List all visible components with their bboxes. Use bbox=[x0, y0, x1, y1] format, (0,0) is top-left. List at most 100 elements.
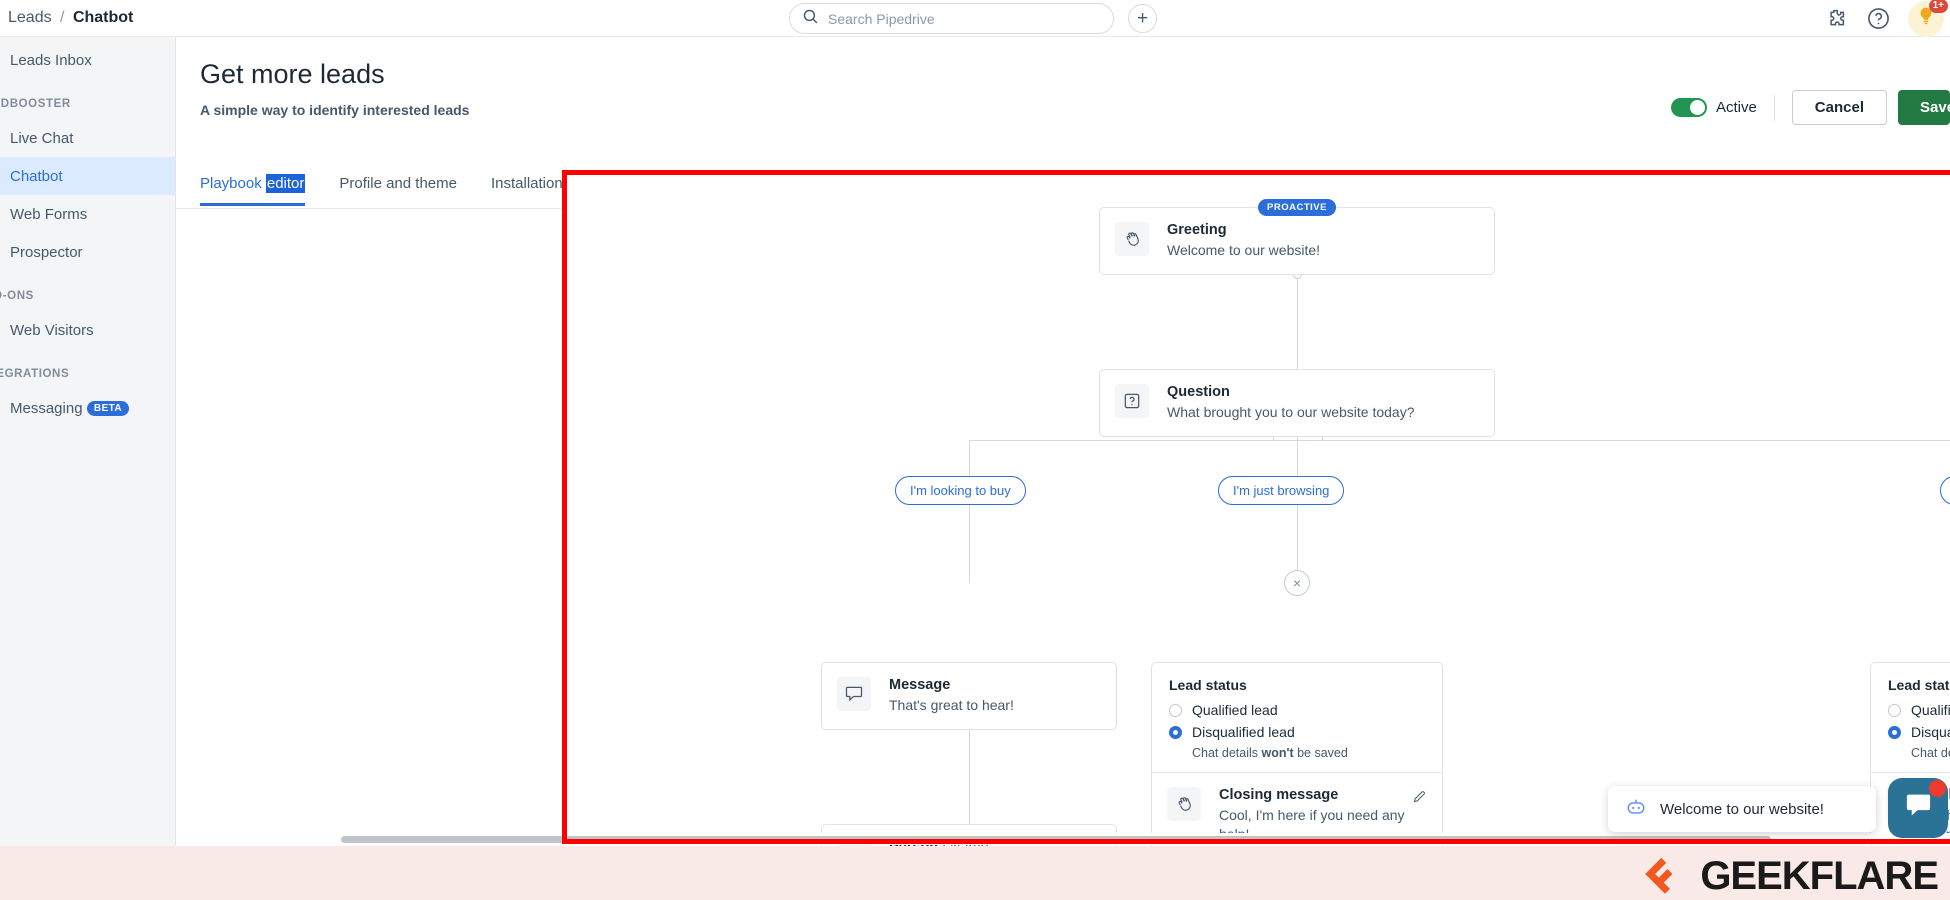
sidebar-item-messaging[interactable]: Messaging BETA bbox=[0, 389, 175, 427]
radio-button[interactable] bbox=[1169, 703, 1182, 717]
tips-bulb-button[interactable]: 1+ bbox=[1908, 0, 1948, 37]
notification-badge: 1+ bbox=[1928, 0, 1948, 13]
radio-button[interactable] bbox=[1888, 703, 1901, 717]
lead-status-heading: Lead status bbox=[1169, 677, 1247, 693]
breadcrumb-current: Chatbot bbox=[72, 9, 134, 26]
answer-chip-like-some-help[interactable]: I'd like some help bbox=[1940, 476, 1950, 505]
toggle-knob bbox=[1689, 100, 1705, 115]
radio-qualified-lead[interactable]: Qualified lead bbox=[1888, 702, 1950, 718]
node-body: That's great to hear! bbox=[889, 697, 1014, 713]
node-question[interactable]: Question What brought you to our website… bbox=[1099, 369, 1495, 438]
sidebar-item-chatbot[interactable]: Chatbot bbox=[0, 157, 175, 195]
help-icon[interactable] bbox=[1865, 6, 1891, 32]
connector-chip1-down bbox=[969, 498, 970, 583]
node-greeting[interactable]: PROACTIVE Greeting Welcome to our websit… bbox=[1099, 199, 1495, 276]
lead-status-card-middle[interactable]: Lead status Qualified lead Disqualified … bbox=[1151, 662, 1443, 860]
sidebar-section-add-ons: ADD-ONS bbox=[0, 281, 175, 311]
note-pre: Chat details bbox=[1911, 746, 1950, 760]
tab-installation[interactable]: Installation bbox=[491, 175, 563, 206]
lead-status-heading: Lead status bbox=[1888, 677, 1950, 693]
radio-disqualified-lead[interactable]: Disqualified lead bbox=[1169, 724, 1425, 740]
remove-branch-middle-button[interactable]: × bbox=[1284, 570, 1310, 596]
active-toggle[interactable] bbox=[1670, 98, 1707, 117]
tab-label: Installation bbox=[490, 175, 563, 192]
radio-label: Disqualified lead bbox=[1911, 724, 1950, 740]
note-pre: Chat details bbox=[1192, 746, 1262, 760]
search-icon bbox=[802, 8, 819, 30]
node-body: What brought you to our website today? bbox=[1167, 404, 1415, 420]
active-toggle-label: Active bbox=[1715, 99, 1757, 116]
chat-popup-text: Welcome to our website! bbox=[1660, 800, 1824, 818]
question-mark-icon bbox=[1115, 384, 1149, 418]
cancel-button[interactable]: Cancel bbox=[1791, 90, 1887, 125]
add-button[interactable]: + bbox=[1128, 4, 1157, 33]
playbook-canvas[interactable]: PROACTIVE Greeting Welcome to our websit… bbox=[562, 170, 1950, 883]
radio-label: Qualified lead bbox=[1192, 702, 1278, 718]
active-toggle-group[interactable]: Active bbox=[1670, 98, 1757, 117]
radio-disqualified-lead[interactable]: Disqualified lead bbox=[1888, 724, 1950, 740]
sidebar-item-web-forms[interactable]: Web Forms bbox=[0, 195, 175, 233]
action-divider bbox=[1773, 94, 1775, 121]
sidebar-item-label: Web Visitors bbox=[10, 321, 94, 339]
node-body: Welcome to our website! bbox=[1167, 242, 1321, 258]
lead-status-section: Lead status Qualified lead Disqualified … bbox=[1152, 663, 1442, 772]
sidebar-section-label: INTEGRATIONS bbox=[0, 368, 70, 380]
main-panel: Get more leads A simple way to identify … bbox=[176, 37, 1950, 900]
node-message[interactable]: Message That's great to hear! bbox=[821, 662, 1117, 731]
chat-widget-popup[interactable]: Welcome to our website! bbox=[1608, 786, 1876, 832]
marketplace-icon[interactable] bbox=[1822, 6, 1848, 32]
radio-button-selected[interactable] bbox=[1169, 725, 1182, 739]
radio-button-selected[interactable] bbox=[1888, 725, 1901, 739]
chat-launcher-button[interactable] bbox=[1888, 778, 1948, 838]
scrollbar-thumb[interactable] bbox=[341, 836, 1771, 843]
tab-profile-and-theme[interactable]: Profile and theme bbox=[339, 175, 457, 206]
answer-chip-looking-to-buy[interactable]: I'm looking to buy bbox=[895, 476, 1026, 505]
sidebar-item-label: Live Chat bbox=[10, 129, 74, 147]
answer-chip-just-browsing[interactable]: I'm just browsing bbox=[1218, 476, 1345, 505]
sidebar-section-label: ADD-ONS bbox=[0, 290, 34, 302]
tab-playbook-editor[interactable]: Playbook editor bbox=[200, 174, 306, 206]
horizontal-scrollbar[interactable] bbox=[341, 833, 1950, 845]
tab-label: Profile and theme bbox=[339, 175, 457, 192]
note-post: be saved bbox=[1293, 746, 1348, 760]
search-input[interactable]: Search Pipedrive bbox=[789, 3, 1114, 34]
sidebar-item-label: Chatbot bbox=[10, 167, 63, 185]
search-container: Search Pipedrive bbox=[789, 3, 1114, 34]
sidebar-section-label: LEADBOOSTER bbox=[0, 98, 71, 110]
sidebar-item-label: Prospector bbox=[10, 243, 83, 261]
sidebar-item-label: Messaging bbox=[10, 399, 83, 417]
node-title: Message bbox=[889, 677, 951, 693]
node-title: Question bbox=[1167, 384, 1230, 400]
save-button[interactable]: Save bbox=[1898, 90, 1950, 125]
pencil-icon[interactable] bbox=[1412, 789, 1427, 809]
lead-status-note: Chat details won't be saved bbox=[1911, 746, 1950, 760]
connector-branch-horizontal bbox=[969, 440, 1950, 441]
waving-hand-icon bbox=[1115, 222, 1149, 256]
lead-status-note: Chat details won't be saved bbox=[1192, 746, 1425, 760]
sidebar-section-leadbooster: LEADBOOSTER bbox=[0, 89, 175, 119]
robot-icon bbox=[1625, 796, 1647, 823]
node-title: Greeting bbox=[1167, 222, 1227, 238]
sidebar-item-label: Web Forms bbox=[10, 205, 88, 223]
sidebar-item-leads-inbox[interactable]: Leads Inbox bbox=[0, 41, 175, 79]
node-text: Question What brought you to our website… bbox=[1167, 384, 1414, 422]
tab-bar: Playbook editor Profile and theme Instal… bbox=[200, 174, 563, 206]
connector-branch-mid-down bbox=[1297, 440, 1298, 476]
sidebar-item-live-chat[interactable]: Live Chat bbox=[0, 119, 175, 157]
breadcrumb-parent[interactable]: Leads bbox=[8, 9, 52, 26]
top-icons: 1+ bbox=[1822, 0, 1948, 37]
sidebar-item-web-visitors[interactable]: Web Visitors bbox=[0, 311, 175, 349]
breadcrumb: Leads / Chatbot bbox=[8, 9, 133, 27]
search-placeholder: Search Pipedrive bbox=[828, 10, 935, 27]
connector-message-person bbox=[969, 725, 970, 830]
close-icon: × bbox=[1292, 575, 1302, 591]
page-title: Get more leads bbox=[200, 59, 385, 89]
app-root: Leads / Chatbot Search Pipedrive + 1+ Le… bbox=[0, 0, 1950, 900]
radio-qualified-lead[interactable]: Qualified lead bbox=[1169, 702, 1425, 718]
sidebar: Leads Inbox LEADBOOSTER Live Chat Chatbo… bbox=[0, 37, 176, 900]
chip-label: I'm looking to buy bbox=[910, 483, 1011, 498]
chip-label: I'm just browsing bbox=[1233, 483, 1330, 498]
speech-bubble-icon bbox=[837, 677, 871, 711]
sidebar-item-prospector[interactable]: Prospector bbox=[0, 233, 175, 271]
closing-message-title: Closing message bbox=[1219, 787, 1339, 803]
